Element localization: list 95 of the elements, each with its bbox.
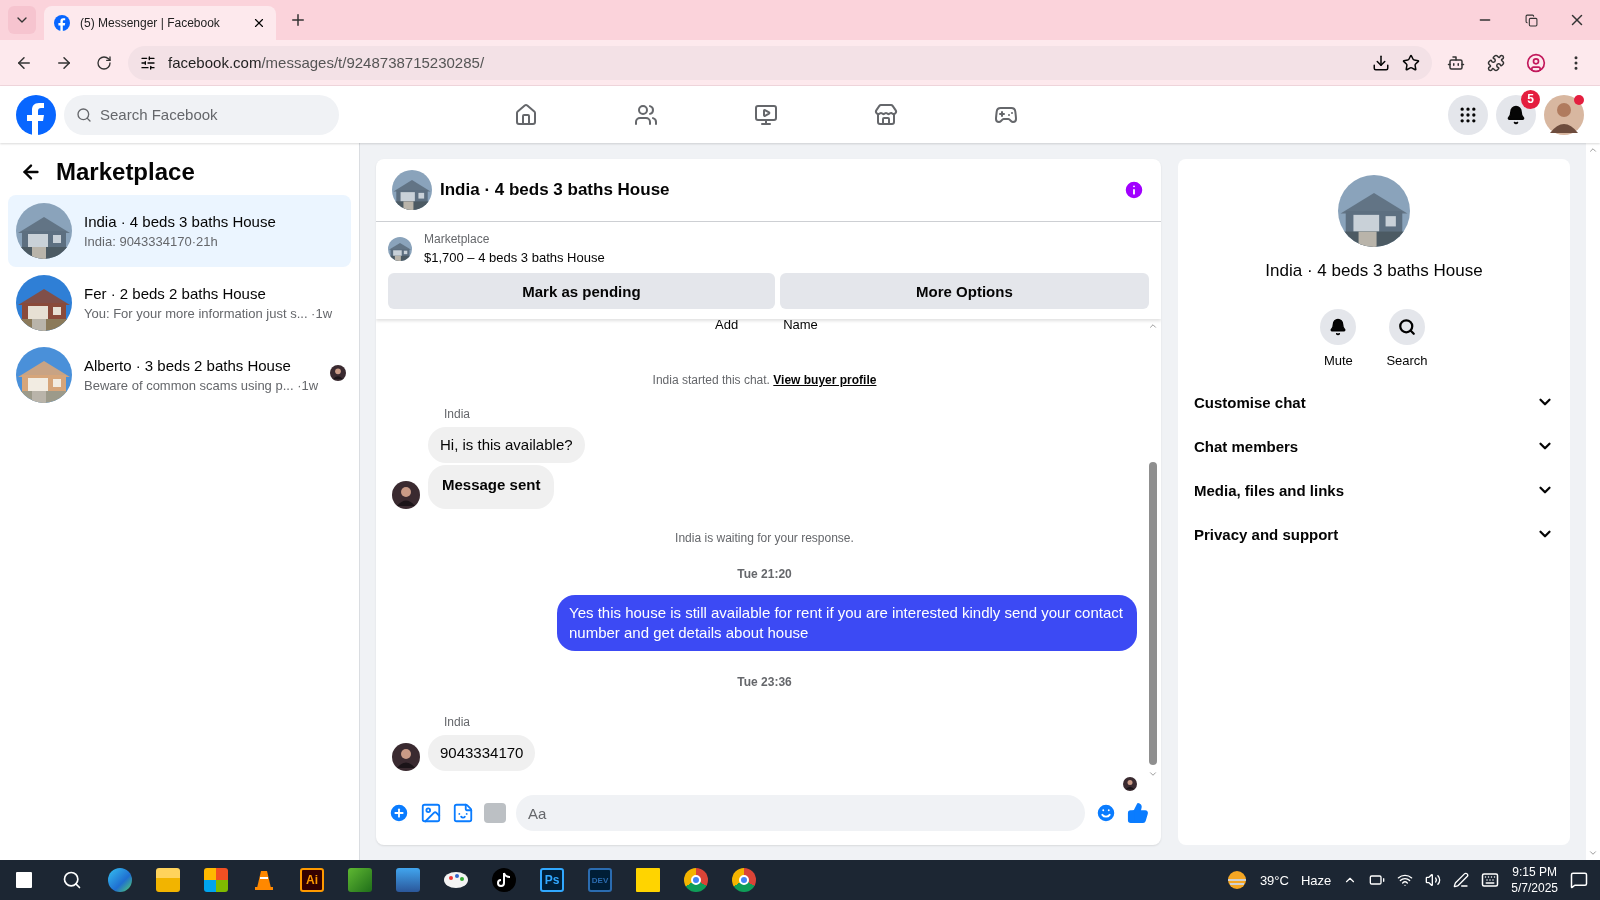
edge-icon[interactable]	[108, 868, 132, 892]
traffic-cone-icon[interactable]	[252, 868, 276, 892]
search-placeholder: Search Facebook	[100, 106, 218, 123]
music-note-icon[interactable]	[492, 868, 516, 892]
notifications-icon[interactable]	[1570, 871, 1588, 889]
action-button[interactable]: More Options	[779, 273, 1149, 309]
section-header[interactable]: Media, files and links	[1186, 468, 1562, 512]
section-header[interactable]: Customise chat	[1186, 380, 1562, 424]
conversation-item[interactable]: India · 4 beds 3 baths House India: 9043334170·21h	[8, 195, 351, 267]
pen-icon[interactable]	[1453, 872, 1470, 888]
chat-notice: India started this chat. View buyer profile	[652, 373, 877, 387]
notification-badge: 5	[1521, 89, 1540, 109]
info-icon[interactable]	[1123, 179, 1145, 201]
photo-icon[interactable]	[420, 802, 442, 824]
wifi-icon[interactable]	[1397, 872, 1414, 888]
restore-icon[interactable]	[1524, 13, 1538, 27]
action-button[interactable]: Mark as pending	[388, 273, 775, 309]
listing-title: $1,700 – 4 beds 3 baths House	[424, 250, 605, 265]
search-icon[interactable]	[1398, 318, 1416, 336]
search-field[interactable]: Search Facebook	[64, 94, 339, 135]
chat-title: India · 4 beds 3 baths House	[440, 180, 671, 200]
weather-text: Haze	[1300, 872, 1332, 888]
new-tab-icon[interactable]	[289, 11, 307, 29]
message-bubble: Hi, is this available?	[428, 427, 585, 463]
people-icon[interactable]	[634, 102, 658, 127]
volume-icon[interactable]	[1425, 872, 1442, 888]
menu-grid-button[interactable]	[1448, 94, 1488, 135]
profile-icon[interactable]	[1526, 52, 1546, 73]
reload-icon[interactable]	[96, 54, 112, 71]
timestamp: Tue 21:20	[737, 567, 792, 581]
clock[interactable]: 9:15 PM 5/7/2025	[1511, 864, 1558, 896]
site-settings-icon[interactable]	[140, 54, 156, 71]
seen-avatar	[330, 365, 347, 381]
search-icon	[76, 106, 92, 123]
app-icon[interactable]: Ps	[540, 868, 564, 892]
facebook-logo[interactable]	[16, 94, 56, 135]
browser-tab[interactable]: (5) Messenger | Facebook	[44, 6, 276, 40]
home-icon[interactable]	[514, 102, 538, 127]
robot-icon[interactable]	[1447, 53, 1465, 72]
conversation-preview: Beware of common scams using p... ·1w	[84, 378, 319, 393]
sun-haze-icon	[1225, 869, 1248, 891]
search-button[interactable]	[1389, 309, 1425, 345]
keyboard-icon[interactable]	[1481, 871, 1500, 889]
conversation-title: India · 4 beds 3 baths House	[84, 213, 277, 230]
conversation-preview: India: 9043334170·21h	[84, 234, 219, 249]
view-buyer-profile-link[interactable]: View buyer profile	[773, 373, 877, 387]
emoji-icon[interactable]	[1095, 802, 1117, 824]
extensions-icon[interactable]	[1487, 53, 1505, 72]
like-icon[interactable]	[1127, 802, 1149, 824]
message-bubble: Message sent	[428, 465, 555, 509]
video-icon[interactable]	[754, 102, 778, 127]
message-bubble: 9043334170	[428, 735, 536, 771]
temperature: 39°C	[1259, 872, 1289, 888]
sender-name: India	[444, 715, 472, 729]
action-label: Mute	[1323, 353, 1353, 368]
cut-label: Name	[783, 318, 818, 331]
conversation-preview: You: For your more information just s... ·1w	[84, 306, 334, 321]
conversation-name: India · 4 beds 3 baths House	[1265, 261, 1483, 281]
bell-icon[interactable]	[1329, 318, 1348, 336]
address-bar[interactable]: facebook.com/messages/t/9248738715230285/	[128, 45, 1432, 80]
sidebar-title: Marketplace	[56, 158, 195, 186]
sender-avatar	[392, 481, 420, 509]
sender-avatar	[392, 743, 420, 771]
chat-notice: India is waiting for your response.	[675, 531, 854, 545]
store-icon[interactable]	[874, 102, 898, 127]
bell-icon[interactable]	[1506, 104, 1526, 125]
sticker-icon[interactable]	[452, 802, 474, 824]
listing-source: Marketplace	[424, 232, 491, 246]
timestamp: Tue 23:36	[737, 675, 792, 689]
sender-name: India	[444, 407, 472, 421]
close-icon[interactable]	[252, 16, 266, 30]
document-icon[interactable]	[396, 868, 420, 892]
message-bubble: Yes this house is still available for rent if you are interested kindly send your contact number and get details about house	[557, 595, 1137, 651]
conversation-title: Fer · 2 beds 2 baths House	[84, 285, 267, 302]
app-icon[interactable]: Ai	[300, 868, 324, 892]
cut-label: Add	[715, 318, 739, 331]
chrome-icon[interactable]	[732, 868, 756, 892]
conversation-title: Alberto · 3 beds 2 baths House	[84, 357, 292, 374]
conversation-item[interactable]: Alberto · 3 beds 2 baths House Beware of common scams using p... ·1w	[8, 339, 351, 411]
battery-icon[interactable]	[1369, 872, 1386, 888]
mute-button[interactable]	[1320, 309, 1357, 345]
section-header[interactable]: Chat members	[1186, 424, 1562, 468]
windows-start-icon[interactable]	[16, 872, 32, 888]
seen-avatar	[1123, 777, 1137, 791]
section-header[interactable]: Privacy and support	[1186, 512, 1562, 556]
facebook-icon	[54, 15, 70, 31]
action-label: Search	[1386, 353, 1428, 368]
chrome-icon[interactable]	[684, 868, 708, 892]
account-avatar[interactable]	[1544, 94, 1584, 135]
install-icon[interactable]	[1372, 53, 1390, 72]
bookmark-star-icon[interactable]	[1402, 53, 1420, 72]
conversation-item[interactable]: Fer · 2 beds 2 baths House You: For your more information just s... ·1w	[8, 267, 351, 339]
search-icon[interactable]	[62, 870, 82, 890]
add-icon[interactable]	[388, 802, 410, 824]
message-field[interactable]: Aa	[516, 795, 1085, 831]
